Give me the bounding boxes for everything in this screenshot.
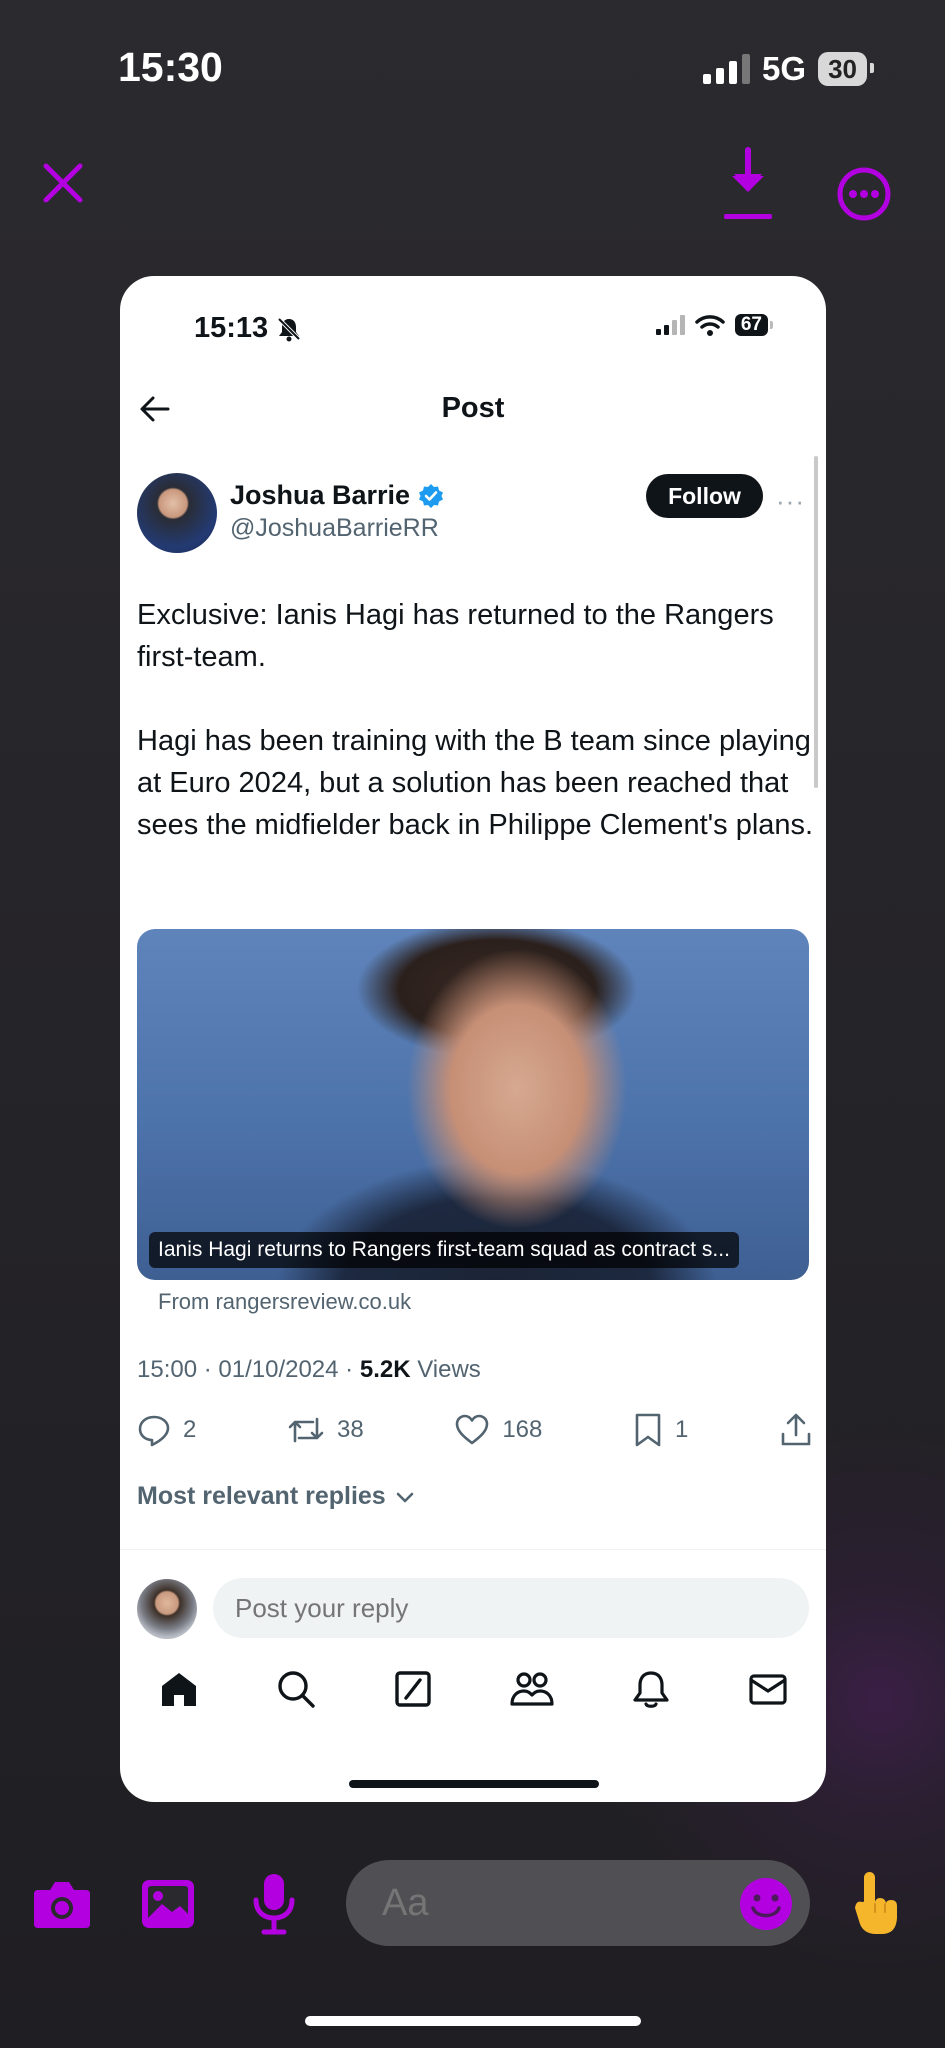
page-title: Post xyxy=(441,392,505,424)
repost-icon xyxy=(288,1417,324,1443)
bell-icon xyxy=(632,1671,669,1708)
post-meta: 15:00 · 01/10/2024 · 5.2K Views xyxy=(137,1356,481,1384)
emoji-icon[interactable] xyxy=(738,1876,794,1937)
nav-home[interactable] xyxy=(158,1668,200,1715)
verified-badge-icon xyxy=(419,483,444,508)
grok-icon xyxy=(394,1671,431,1707)
hand-pointer-icon[interactable] xyxy=(852,1870,900,1941)
reply-count: 2 xyxy=(183,1416,197,1443)
post-actions: 2 38 168 1 xyxy=(137,1412,813,1448)
search-icon xyxy=(277,1671,315,1708)
like-action[interactable]: 168 xyxy=(454,1413,542,1447)
author-avatar[interactable] xyxy=(137,473,217,553)
status-indicators: 5G 30 xyxy=(703,50,874,88)
mail-icon xyxy=(748,1674,787,1705)
inner-home-indicator xyxy=(349,1780,599,1788)
more-circle-icon[interactable] xyxy=(836,166,892,227)
repost-count: 38 xyxy=(336,1416,364,1443)
inner-status-time: 15:13 xyxy=(194,312,302,345)
views-count: 5.2K xyxy=(359,1356,411,1383)
post-more-icon[interactable]: ··· xyxy=(776,486,805,517)
inner-signal-icon xyxy=(655,315,685,335)
bell-muted-icon xyxy=(277,317,301,341)
post-screenshot-card: 15:13 67 Post Joshua Barrie @JoshuaBarri… xyxy=(120,276,826,1802)
author-name[interactable]: Joshua Barrie xyxy=(230,480,444,511)
network-label: 5G xyxy=(762,50,807,87)
link-card-source[interactable]: From rangersreview.co.uk xyxy=(158,1289,411,1315)
nav-search[interactable] xyxy=(275,1668,317,1715)
nav-notifications[interactable] xyxy=(630,1668,672,1715)
nav-messages[interactable] xyxy=(747,1668,789,1715)
follow-button[interactable]: Follow xyxy=(646,474,763,518)
camera-icon[interactable] xyxy=(32,1878,92,1935)
replies-sort-dropdown[interactable]: Most relevant replies xyxy=(137,1482,416,1511)
current-user-avatar[interactable] xyxy=(137,1579,197,1639)
close-icon[interactable] xyxy=(40,160,86,211)
link-card-image[interactable]: Ianis Hagi returns to Rangers first-team… xyxy=(137,929,809,1280)
reply-icon xyxy=(138,1415,170,1447)
views-label: Views xyxy=(410,1356,481,1383)
repost-action[interactable]: 38 xyxy=(287,1413,364,1447)
download-icon[interactable] xyxy=(720,144,776,229)
wifi-icon xyxy=(695,315,725,336)
microphone-icon[interactable] xyxy=(252,1872,296,1941)
nav-communities[interactable] xyxy=(509,1668,555,1715)
reply-input[interactable] xyxy=(213,1578,809,1638)
author-name-label: Joshua Barrie xyxy=(230,480,411,510)
post-paragraph-1: Exclusive: Ianis Hagi has returned to th… xyxy=(137,599,774,673)
replies-sort-label: Most relevant replies xyxy=(137,1482,386,1510)
bookmark-icon xyxy=(635,1413,661,1447)
status-time: 15:30 xyxy=(118,44,223,90)
reply-action[interactable]: 2 xyxy=(137,1413,196,1447)
post-datetime: 15:00 · 01/10/2024 · xyxy=(137,1356,360,1383)
gallery-icon[interactable] xyxy=(140,1878,196,1935)
post-paragraph-2: Hagi has been training with the B team s… xyxy=(137,725,814,841)
inner-battery-indicator: 67 xyxy=(734,314,774,336)
chevron-down-icon xyxy=(396,1492,414,1502)
communities-icon xyxy=(509,1672,554,1706)
home-icon xyxy=(161,1673,196,1706)
home-indicator xyxy=(305,2016,641,2026)
post-text: Exclusive: Ianis Hagi has returned to th… xyxy=(137,594,817,888)
inner-status-indicators: 67 xyxy=(655,314,774,336)
author-handle: @JoshuaBarrieRR xyxy=(230,514,439,542)
bookmark-action[interactable]: 1 xyxy=(633,1412,688,1448)
link-card-caption: Ianis Hagi returns to Rangers first-team… xyxy=(149,1232,739,1268)
like-count: 168 xyxy=(502,1416,543,1443)
divider xyxy=(120,1549,826,1550)
inner-time-label: 15:13 xyxy=(194,312,269,344)
battery-indicator: 30 xyxy=(818,52,874,86)
share-action[interactable] xyxy=(779,1412,813,1448)
nav-grok[interactable] xyxy=(392,1668,434,1715)
bookmark-count: 1 xyxy=(674,1416,689,1443)
signal-icon xyxy=(703,54,751,84)
bottom-nav xyxy=(120,1668,826,1715)
share-icon xyxy=(781,1413,811,1446)
heart-icon xyxy=(456,1414,489,1445)
